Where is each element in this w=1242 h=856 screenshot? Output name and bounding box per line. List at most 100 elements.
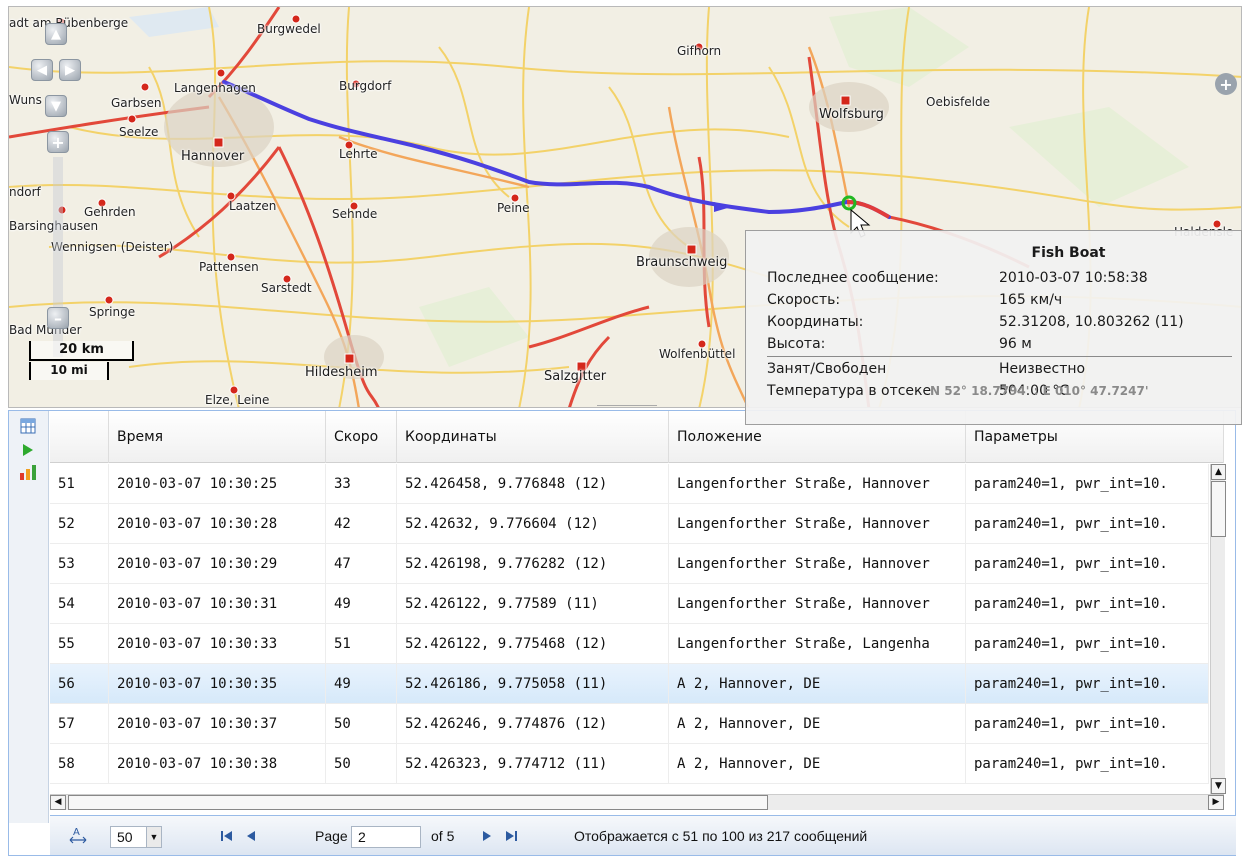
scroll-down-icon[interactable]: ▼ [1211,778,1226,794]
pan-control: ▲ ◀ ▶ ▼ [31,23,81,119]
layer-switcher-icon[interactable]: + [1215,73,1237,95]
tooltip-row: Высота: 96 м [746,333,1241,355]
cell-parameters: param240=1, pwr_int=10. [966,504,1209,543]
pan-up-icon[interactable]: ▲ [45,23,67,45]
zoom-out-icon[interactable]: – [47,307,69,329]
cell-number: 51 [50,464,109,503]
table-row[interactable]: 55 2010-03-07 10:30:33 51 52.426122, 9.7754… [50,624,1209,664]
scroll-thumb[interactable] [68,795,768,810]
city-label: Burgdorf [339,79,392,93]
cell-speed: 50 [326,704,397,743]
cell-parameters: param240=1, pwr_int=10. [966,544,1209,583]
column-header-time[interactable]: Время [109,411,326,463]
cell-number: 56 [50,664,109,703]
cell-number: 53 [50,544,109,583]
cell-time: 2010-03-07 10:30:38 [109,744,326,783]
cell-speed: 33 [326,464,397,503]
tooltip-key: Высота: [767,336,826,352]
table-row[interactable]: 58 2010-03-07 10:30:38 50 52.426323, 9.7747… [50,744,1209,784]
cell-coordinates: 52.426122, 9.77589 (11) [397,584,669,623]
cell-time: 2010-03-07 10:30:28 [109,504,326,543]
city-label: Laatzen [229,199,277,213]
horizontal-scrollbar[interactable]: ◀ ▶ [50,794,1224,810]
chevron-down-icon[interactable]: ▼ [146,827,161,847]
city-label: Gehrden [84,205,136,219]
tooltip-value: Неизвестно [999,361,1086,377]
prev-page-icon[interactable] [245,816,257,856]
column-header-number[interactable] [50,411,109,463]
cell-speed: 50 [326,744,397,783]
tooltip-row: Координаты: 52.31208, 10.803262 (11) [746,311,1241,333]
tooltip-title: Fish Boat [1031,245,1106,261]
cell-speed: 42 [326,504,397,543]
tooltip-key: Занят/Свободен [767,361,887,377]
pan-left-icon[interactable]: ◀ [31,59,53,81]
city-label: Bad Münder [9,323,82,337]
city-label: Braunschweig [636,255,728,270]
cell-time: 2010-03-07 10:30:35 [109,664,326,703]
cell-location: Langenforther Straße, Hannover [669,504,966,543]
scale-bar: 20 km 10 mi [29,341,137,381]
city-label: Wennigsen (Deister) [51,240,174,254]
table-row[interactable]: 51 2010-03-07 10:30:25 33 52.426458, 9.7768… [50,464,1209,504]
cell-location: Langenforther Straße, Hannover [669,584,966,623]
city-label: Salzgitter [544,369,607,384]
autosize-icon[interactable]: A [68,816,88,856]
city-label: Elze, Leine [205,393,270,407]
city-label: Sarstedt [261,281,312,295]
pan-right-icon[interactable]: ▶ [59,59,81,81]
cell-location: Langenforther Straße, Langenha [669,624,966,663]
table-row[interactable]: 52 2010-03-07 10:30:28 42 52.42632, 9.77660… [50,504,1209,544]
table-row[interactable]: 56 2010-03-07 10:30:35 49 52.426186, 9.7750… [50,664,1209,704]
zoom-in-icon[interactable]: + [47,131,69,153]
city-label: Pattensen [199,260,259,274]
page-size-value: 50 [117,829,133,845]
grid-side-toolbar [9,411,49,823]
scroll-right-icon[interactable]: ▶ [1208,795,1224,810]
cell-coordinates: 52.426122, 9.775468 (12) [397,624,669,663]
cell-coordinates: 52.426458, 9.776848 (12) [397,464,669,503]
city-label: Wolfsburg [819,107,884,122]
table-row[interactable]: 57 2010-03-07 10:30:37 50 52.426246, 9.7748… [50,704,1209,744]
tooltip-key: Скорость: [767,292,841,308]
next-page-icon[interactable] [481,816,493,856]
last-page-icon[interactable] [504,816,518,856]
svg-text:A: A [73,827,80,838]
first-page-icon[interactable] [220,816,234,856]
grid-body: 51 2010-03-07 10:30:25 33 52.426458, 9.7768… [50,464,1209,794]
splitter-handle[interactable] [597,405,657,407]
cell-number: 52 [50,504,109,543]
cell-parameters: param240=1, pwr_int=10. [966,704,1209,743]
tooltip-key: Последнее сообщение: [767,270,939,286]
cell-parameters: param240=1, pwr_int=10. [966,744,1209,783]
cell-parameters: param240=1, pwr_int=10. [966,464,1209,503]
cell-speed: 49 [326,664,397,703]
page-number-input[interactable]: 2 [351,826,421,848]
tooltip-divider [767,356,1232,357]
cell-coordinates: 52.426323, 9.774712 (11) [397,744,669,783]
tooltip-key: Координаты: [767,314,864,330]
chart-icon[interactable] [19,463,37,481]
scroll-up-icon[interactable]: ▲ [1211,464,1226,480]
tooltip-value: 96 м [999,336,1032,352]
cell-parameters: param240=1, pwr_int=10. [966,584,1209,623]
scroll-thumb[interactable] [1211,481,1226,537]
scroll-left-icon[interactable]: ◀ [50,795,66,810]
play-icon[interactable] [19,441,37,459]
page-size-select[interactable]: 50 ▼ [110,826,162,848]
city-label: ndorf [9,185,41,199]
vertical-scrollbar[interactable]: ▲ ▼ [1210,464,1226,794]
cell-speed: 49 [326,584,397,623]
tooltip-row: Занят/Свободен Неизвестно [746,358,1241,380]
cell-location: Langenforther Straße, Hannover [669,544,966,583]
table-row[interactable]: 54 2010-03-07 10:30:31 49 52.426122, 9.7758… [50,584,1209,624]
pan-down-icon[interactable]: ▼ [45,95,67,117]
column-header-coordinates[interactable]: Координаты [397,411,669,463]
table-row[interactable]: 53 2010-03-07 10:30:29 47 52.426198, 9.7762… [50,544,1209,584]
scale-km-label: 20 km [29,341,134,361]
cell-time: 2010-03-07 10:30:33 [109,624,326,663]
table-icon[interactable] [19,417,37,435]
of-pages-label: of 5 [431,828,455,844]
cell-speed: 51 [326,624,397,663]
column-header-speed[interactable]: Скоро [326,411,397,463]
